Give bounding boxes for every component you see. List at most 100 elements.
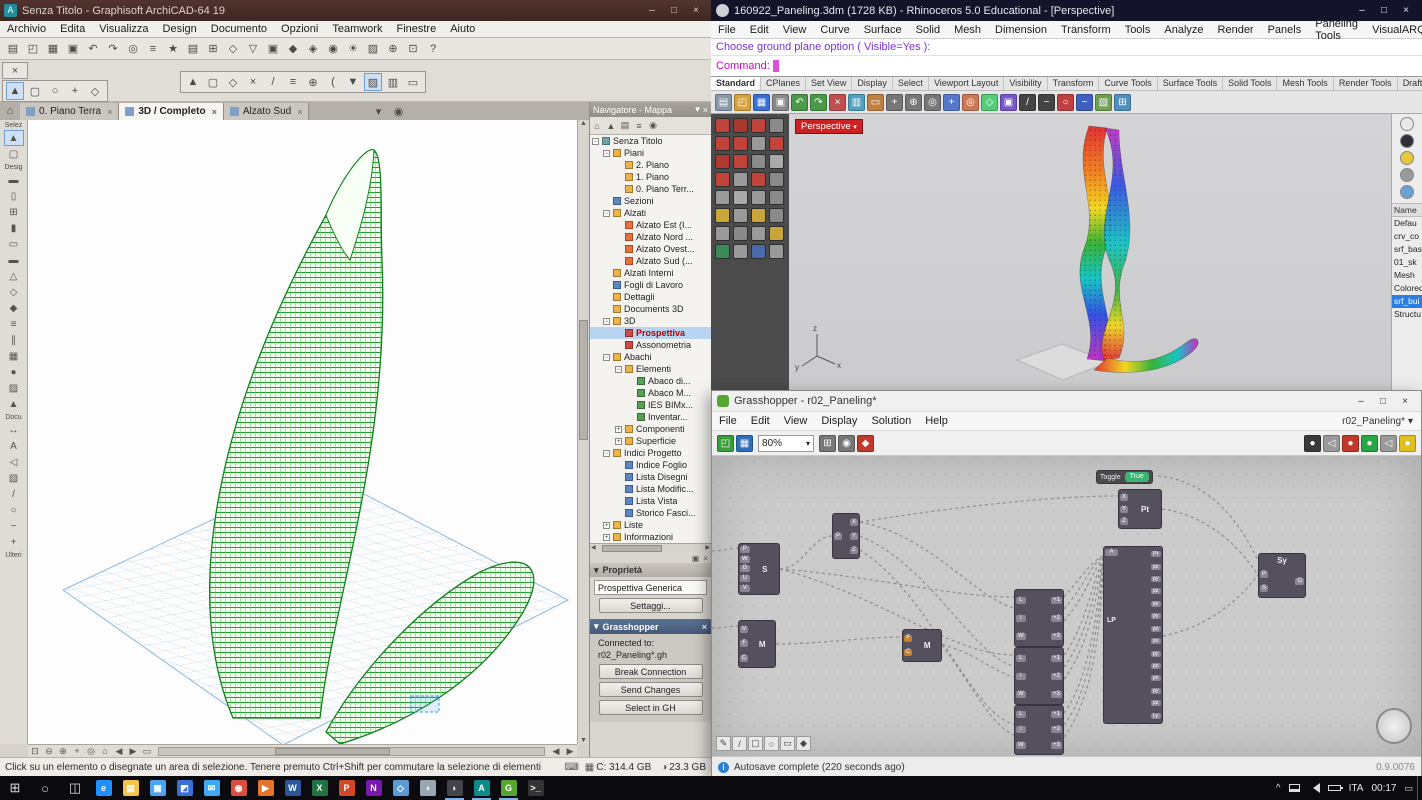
deconstruct-point-node[interactable]: P XYZ <box>832 513 860 559</box>
output-port[interactable]: px <box>1151 675 1161 681</box>
layer-settings-icon[interactable]: ▤ <box>184 40 202 58</box>
tree-item[interactable]: 1. Piano <box>590 171 711 183</box>
guide-lines-icon[interactable]: ◇ <box>224 40 242 58</box>
network-icon[interactable] <box>1289 784 1300 792</box>
sidebar-tool-icon[interactable] <box>769 136 784 151</box>
zoom-in-icon[interactable]: ⊕ <box>56 745 70 757</box>
sidebar-tool-icon[interactable] <box>751 190 766 205</box>
3d-cutaway-icon[interactable]: ▨ <box>364 73 382 91</box>
sidebar-tool-icon[interactable] <box>733 208 748 223</box>
expand-collapse-icon[interactable] <box>615 462 622 469</box>
toolbar-tab[interactable]: Mesh Tools <box>1277 77 1333 90</box>
tree-item[interactable]: − Alzati <box>590 207 711 219</box>
output-port[interactable]: X <box>850 519 858 526</box>
menu-item[interactable]: Documento <box>204 23 274 35</box>
save-file-icon[interactable]: ▦ <box>736 435 753 452</box>
output-port[interactable]: Y <box>850 533 858 540</box>
tree-item[interactable]: Dettagli <box>590 291 711 303</box>
start-button[interactable]: ⊞ <box>0 776 30 800</box>
grasshopper-titlebar[interactable]: Grasshopper - r02_Paneling* – □ × <box>712 391 1421 412</box>
mesh-color-node[interactable]: FC M <box>902 629 942 662</box>
tree-item[interactable]: Documents 3D <box>590 303 711 315</box>
tab-close-icon[interactable]: × <box>297 107 302 117</box>
canvas-compass-widget[interactable] <box>1376 708 1412 744</box>
circle-icon[interactable]: ○ <box>1057 94 1074 111</box>
intersect-icon[interactable]: ⊕ <box>304 73 322 91</box>
offset-icon[interactable]: ◇ <box>224 73 242 91</box>
output-port[interactable]: py <box>1151 688 1161 694</box>
expand-collapse-icon[interactable] <box>615 234 622 241</box>
photos-icon[interactable]: ◩ <box>171 776 198 800</box>
sketch-pencil-icon[interactable]: ✎ <box>716 736 731 751</box>
preview-off-icon[interactable]: ● <box>1342 435 1359 452</box>
wire-paint-icon[interactable]: ◆ <box>857 435 874 452</box>
tree-item[interactable]: Prospettiva <box>590 327 711 339</box>
menu-item[interactable]: Archivio <box>0 23 53 35</box>
render-icon[interactable]: ▨ <box>364 40 382 58</box>
menu-item[interactable]: Display <box>814 415 864 427</box>
previous-view-icon[interactable]: ◀ <box>112 745 126 757</box>
menu-item[interactable]: Analyze <box>1157 24 1210 36</box>
close-palette-icon[interactable]: × <box>6 62 24 80</box>
layer-row[interactable]: Defau <box>1392 217 1422 230</box>
stack-data-node[interactable]: LiW +1+2+3 <box>1014 705 1064 755</box>
input-port[interactable]: L <box>1016 711 1026 718</box>
output-port[interactable]: M <box>749 621 775 667</box>
sketch-line-icon[interactable]: / <box>732 736 747 751</box>
output-port[interactable]: pz <box>1151 588 1161 594</box>
zone-tool-icon[interactable]: ▨ <box>4 380 24 396</box>
menu-item[interactable]: Solution <box>864 415 918 427</box>
expand-collapse-icon[interactable]: + <box>603 522 610 529</box>
groups-icon[interactable]: ▣ <box>264 40 282 58</box>
tree-item[interactable]: Lista Vista <box>590 495 711 507</box>
pan-icon[interactable]: + <box>886 94 903 111</box>
input-port[interactable]: V <box>740 585 750 592</box>
search-icon[interactable]: ○ <box>30 776 60 800</box>
archicad-3d-viewport[interactable] <box>28 120 577 744</box>
input-port[interactable]: W <box>1016 633 1026 640</box>
next-view-icon[interactable]: ▶ <box>126 745 140 757</box>
menu-item[interactable]: Design <box>156 23 204 35</box>
output-port[interactable]: +1 <box>1051 655 1062 662</box>
sidebar-tool-icon[interactable] <box>751 172 766 187</box>
tab-camera-icon[interactable]: ◉ <box>389 102 407 120</box>
notification-center-icon[interactable]: ▭ <box>1404 783 1413 794</box>
sidebar-tool-icon[interactable] <box>733 172 748 187</box>
sidebar-tool-icon[interactable] <box>733 190 748 205</box>
polyline-icon[interactable]: ~ <box>1038 94 1055 111</box>
output-port[interactable]: +2 <box>1051 726 1062 733</box>
minimize-icon[interactable]: – <box>1350 396 1372 407</box>
fit-in-window-icon[interactable]: ⊡ <box>404 40 422 58</box>
preview-tag-icon[interactable]: ◁ <box>1323 435 1340 452</box>
paint-icon[interactable]: ◑ <box>414 776 441 800</box>
output-port[interactable]: Pt <box>1151 551 1161 557</box>
input-port[interactable]: Y <box>1120 506 1128 513</box>
element-settings-icon[interactable]: ≡ <box>144 40 162 58</box>
sidebar-tool-icon[interactable] <box>715 190 730 205</box>
zoom-out-icon[interactable]: ⊖ <box>42 745 56 757</box>
gravity-icon[interactable]: ▽ <box>244 40 262 58</box>
output-port[interactable]: +1 <box>1051 711 1062 718</box>
zoom-select[interactable]: 80% ▾ <box>758 435 814 452</box>
show-desktop-button[interactable] <box>1417 776 1422 800</box>
grid-snap-icon[interactable]: ⊞ <box>204 40 222 58</box>
layer-row[interactable]: srf_bas <box>1392 243 1422 256</box>
output-port[interactable]: py <box>1151 613 1161 619</box>
menu-item[interactable]: Edit <box>743 24 776 36</box>
input-port[interactable]: A <box>1105 549 1118 556</box>
sidebar-tool-icon[interactable] <box>751 208 766 223</box>
walk-icon[interactable]: ⌂ <box>98 745 112 757</box>
zoom-tool-icon[interactable]: ⊕ <box>384 40 402 58</box>
task-view-icon[interactable]: ◫ <box>60 776 90 800</box>
tree-horizontal-scrollbar[interactable]: ◀ ▶ <box>590 543 711 553</box>
maximize-icon[interactable]: □ <box>1372 396 1394 407</box>
output-port[interactable]: +1 <box>1051 597 1062 604</box>
input-port[interactable]: V <box>740 626 748 633</box>
3d-view-icon[interactable]: ◈ <box>304 40 322 58</box>
expand-collapse-icon[interactable] <box>615 174 622 181</box>
toolbar-tab[interactable]: Standard <box>711 77 761 90</box>
sketch-color-icon[interactable]: ◆ <box>796 736 811 751</box>
camera-icon[interactable]: ◉ <box>324 40 342 58</box>
layer-row[interactable]: Structu <box>1392 308 1422 321</box>
output-port[interactable]: px <box>1151 638 1161 644</box>
